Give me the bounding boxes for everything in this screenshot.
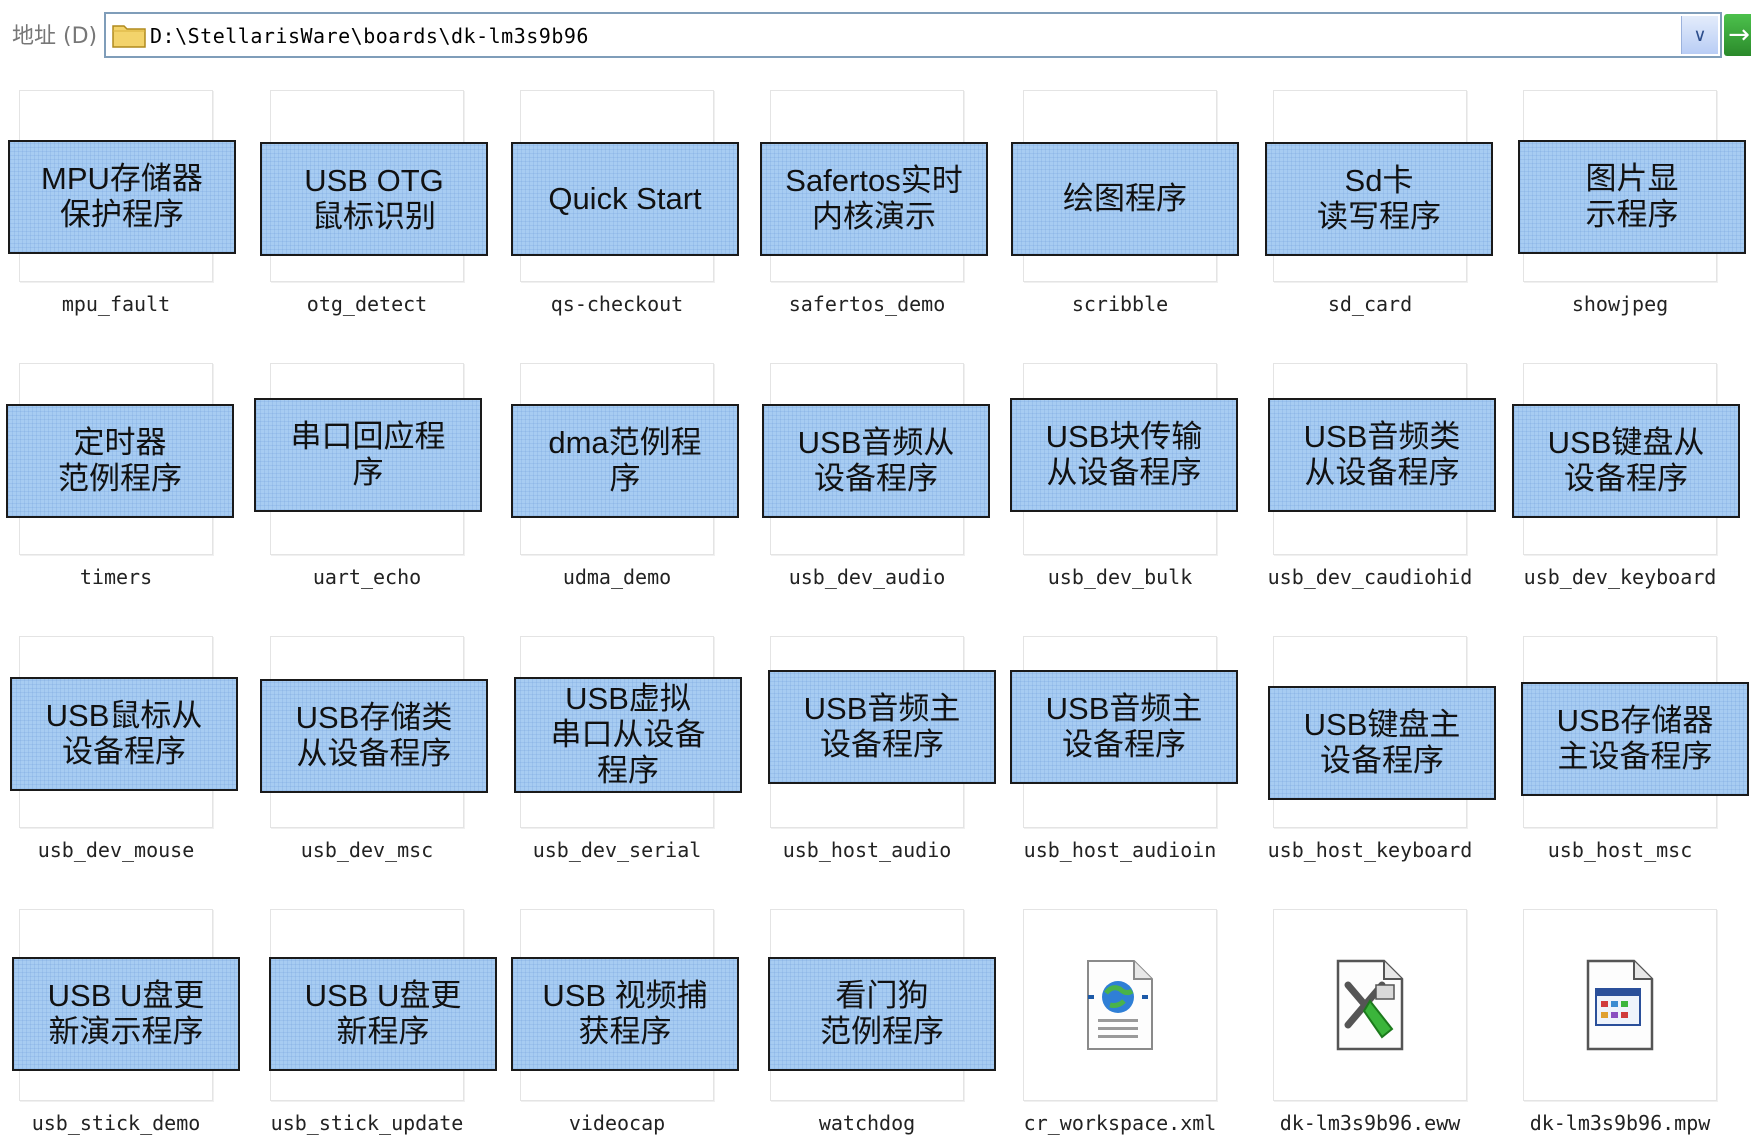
address-label: 地址 (D) [12, 24, 98, 49]
annotation-label: Sd卡 读写程序 [1265, 142, 1493, 256]
annotation-label: USB块传输 从设备程序 [1010, 398, 1238, 512]
file-name: scribble [1071, 292, 1169, 316]
file-name: usb_dev_audio [788, 565, 946, 589]
annotation-label: Safertos实时 内核演示 [760, 142, 988, 256]
file-name: cr_workspace.xml [1023, 1111, 1217, 1135]
file-name: usb_stick_demo [31, 1111, 201, 1135]
file-name: safertos_demo [788, 292, 946, 316]
annotation-label: USB音频类 从设备程序 [1268, 398, 1496, 512]
annotation-label: USB U盘更 新演示程序 [12, 957, 240, 1071]
file-name: timers [79, 565, 153, 589]
file-name: usb_dev_keyboard [1523, 565, 1717, 589]
mpw-file-icon [1586, 959, 1654, 1051]
thumbnail [1023, 909, 1217, 1101]
annotation-label: 串口回应程 序 [254, 398, 482, 512]
annotation-label: USB虚拟 串口从设备 程序 [514, 677, 742, 793]
file-name: watchdog [818, 1111, 916, 1135]
file-name: dk-lm3s9b96.mpw [1529, 1111, 1711, 1135]
folder-icon [112, 25, 146, 48]
file-name: mpu_fault [61, 292, 171, 316]
annotation-label: USB音频主 设备程序 [768, 670, 996, 784]
xml-file-icon [1087, 960, 1153, 1050]
annotation-label: MPU存储器 保护程序 [8, 140, 236, 254]
file-name: showjpeg [1571, 292, 1669, 316]
eww-file-icon [1336, 959, 1404, 1051]
file-name: dk-lm3s9b96.eww [1279, 1111, 1461, 1135]
annotation-label: USB键盘从 设备程序 [1512, 404, 1740, 518]
file-name: usb_host_keyboard [1267, 838, 1473, 862]
file-name: usb_host_audio [782, 838, 952, 862]
address-path: D:\StellarisWare\boards\dk-lm3s9b96 [150, 24, 589, 48]
thumbnail [1273, 909, 1467, 1101]
file-name: usb_dev_bulk [1047, 565, 1193, 589]
file-item[interactable]: cr_workspace.xml [1000, 879, 1240, 1135]
file-name: sd_card [1327, 292, 1413, 316]
file-name: uart_echo [312, 565, 422, 589]
annotation-label: dma范例程 序 [511, 404, 739, 518]
file-name: udma_demo [562, 565, 672, 589]
go-button[interactable]: → [1724, 14, 1751, 56]
annotation-label: USB音频从 设备程序 [762, 404, 990, 518]
annotation-label: Quick Start [511, 142, 739, 256]
thumbnail [1523, 909, 1717, 1101]
file-name: usb_stick_update [270, 1111, 464, 1135]
annotation-label: USB存储器 主设备程序 [1521, 682, 1749, 796]
file-name: usb_dev_mouse [37, 838, 195, 862]
annotation-label: USB OTG 鼠标识别 [260, 142, 488, 256]
file-item[interactable]: dk-lm3s9b96.eww [1250, 879, 1490, 1135]
annotation-label: USB U盘更 新程序 [269, 957, 497, 1071]
annotation-label: USB键盘主 设备程序 [1268, 686, 1496, 800]
annotation-label: USB鼠标从 设备程序 [10, 677, 238, 791]
chevron-down-icon[interactable]: ∨ [1681, 16, 1718, 54]
file-name: videocap [568, 1111, 666, 1135]
annotation-label: 看门狗 范例程序 [768, 957, 996, 1071]
annotation-label: 图片显 示程序 [1518, 140, 1746, 254]
annotation-label: 绘图程序 [1011, 142, 1239, 256]
annotation-label: USB音频主 设备程序 [1010, 670, 1238, 784]
file-name: usb_dev_msc [300, 838, 434, 862]
annotation-label: USB存储类 从设备程序 [260, 679, 488, 793]
file-name: qs-checkout [550, 292, 684, 316]
file-name: usb_host_audioin [1023, 838, 1217, 862]
file-name: otg_detect [306, 292, 428, 316]
file-name: usb_dev_caudiohid [1267, 565, 1473, 589]
annotation-label: USB 视频捕 获程序 [511, 957, 739, 1071]
annotation-label: 定时器 范例程序 [6, 404, 234, 518]
file-name: usb_host_msc [1547, 838, 1693, 862]
file-name: usb_dev_serial [532, 838, 702, 862]
file-item[interactable]: dk-lm3s9b96.mpw [1500, 879, 1740, 1135]
address-input[interactable]: D:\StellarisWare\boards\dk-lm3s9b96 ∨ [104, 12, 1722, 58]
